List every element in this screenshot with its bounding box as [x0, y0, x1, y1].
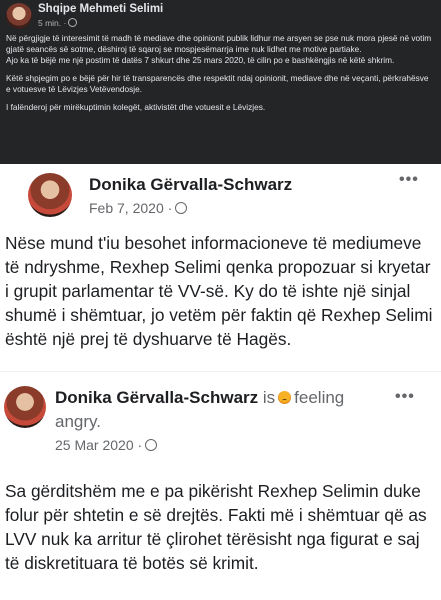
avatar[interactable]: [4, 386, 46, 428]
post-author[interactable]: Donika Gërvalla-Schwarz: [89, 175, 292, 195]
status-is: is: [262, 388, 276, 407]
post-author[interactable]: Donika Gërvalla-Schwarz: [55, 388, 258, 407]
globe-icon: [145, 439, 158, 451]
embedded-post-2: Donika Gërvalla-Schwarz is feeling angry.…: [0, 372, 441, 600]
post-timestamp[interactable]: 5 min. ·: [38, 18, 78, 28]
post-author-line: Donika Gërvalla-Schwarz is feeling: [55, 388, 344, 408]
post-paragraph: Ajo ka të bëjë me një postim të datës 7 …: [6, 55, 395, 65]
post-timestamp[interactable]: 25 Mar 2020 ·: [55, 437, 158, 453]
post-time[interactable]: 5 min. ·: [38, 18, 66, 28]
status-feeling-value: angry.: [55, 412, 101, 431]
angry-emoji-icon: [278, 391, 292, 404]
post-text: Nëse mund t'iu besohet informacioneve të…: [5, 233, 433, 349]
avatar[interactable]: [28, 173, 72, 217]
avatar[interactable]: [6, 3, 32, 29]
post-paragraph: Në përgjigje të interesimit të madh të m…: [6, 33, 432, 54]
post-body: Në përgjigje të interesimit të madh të m…: [6, 33, 434, 120]
header-post: Shqipe Mehmeti Selimi 5 min. · Në përgji…: [0, 0, 441, 164]
status-feeling: feeling: [294, 388, 345, 407]
post-author[interactable]: Shqipe Mehmeti Selimi: [38, 3, 163, 15]
post-paragraph: Këtë shpjegim po e bëjë për hir të trans…: [6, 73, 429, 94]
more-options-icon[interactable]: •••: [399, 171, 419, 189]
post-text: Sa gërditshëm me e pa pikërisht Rexhep S…: [5, 481, 427, 573]
post-paragraph: I falënderoj për mirëkuptimin kolegët, a…: [6, 102, 266, 112]
post-timestamp[interactable]: Feb 7, 2020 ·: [89, 200, 188, 216]
globe-icon: [175, 202, 188, 214]
embedded-post-1: Donika Gërvalla-Schwarz Feb 7, 2020 · ••…: [0, 165, 441, 372]
globe-icon: [68, 18, 78, 27]
post-date[interactable]: 25 Mar 2020 ·: [55, 437, 142, 453]
more-options-icon[interactable]: •••: [395, 388, 415, 406]
post-date[interactable]: Feb 7, 2020 ·: [89, 200, 172, 216]
